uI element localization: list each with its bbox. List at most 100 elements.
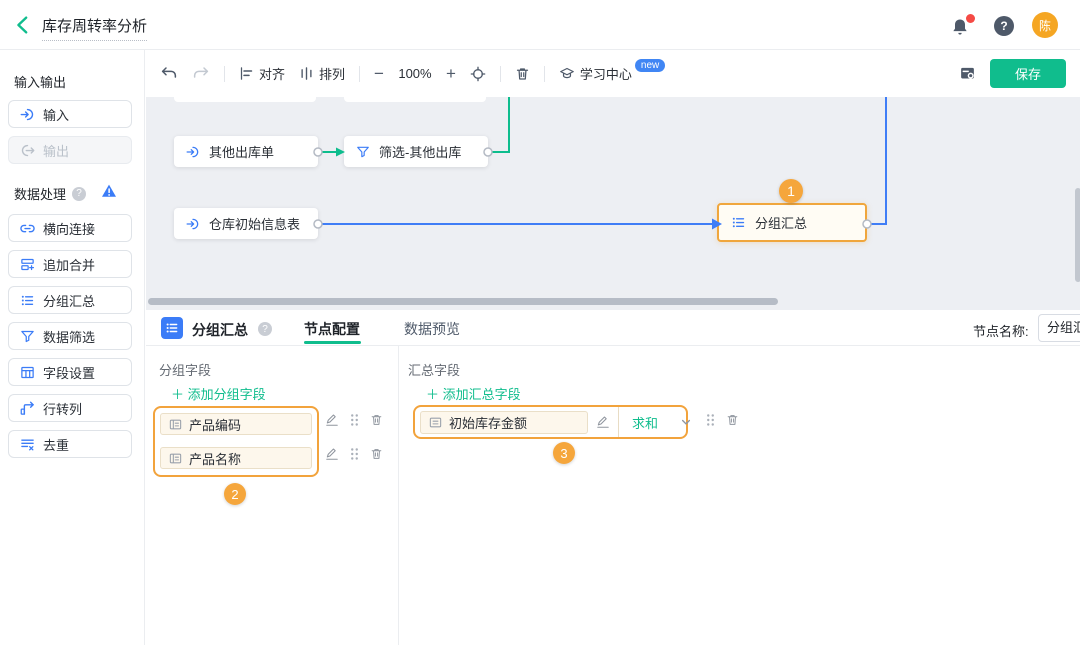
graduation-cap-icon bbox=[560, 67, 574, 79]
sidebar-item-row-to-column[interactable]: 行转列 bbox=[8, 394, 132, 422]
zoom-in-button[interactable]: + bbox=[446, 65, 456, 82]
sidebar-item-output[interactable]: 输出 bbox=[8, 136, 132, 164]
tab-data-preview[interactable]: 数据预览 bbox=[404, 319, 460, 339]
node-config-panel: 分组汇总 ? 节点配置 数据预览 节点名称: 分组汇总 分组字段 ＋ 添加分组字… bbox=[146, 310, 1080, 645]
sidebar: 输入输出 输入 输出 数据处理 ? 横向连接 追加合并 分组汇总 数据筛选 字段… bbox=[0, 50, 145, 645]
edit-button[interactable] bbox=[325, 413, 339, 427]
node-filter-other-outbound[interactable]: 筛选-其他出库 bbox=[344, 136, 488, 167]
trash-icon bbox=[727, 415, 738, 425]
node-label: 仓库初始信息表 bbox=[209, 217, 301, 232]
group-field-chip[interactable]: 产品名称 bbox=[160, 447, 312, 469]
redo-button[interactable] bbox=[192, 65, 210, 83]
image-export-icon bbox=[961, 67, 974, 79]
delete-field-button[interactable] bbox=[370, 447, 383, 461]
drag-dots-icon bbox=[351, 448, 358, 460]
summary-field-chip[interactable]: 初始库存金额 bbox=[420, 411, 588, 434]
help-icon[interactable]: ? bbox=[258, 322, 272, 336]
append-merge-icon bbox=[21, 258, 35, 270]
notifications-button[interactable] bbox=[950, 14, 975, 38]
sidebar-item-horizontal-join[interactable]: 横向连接 bbox=[8, 214, 132, 242]
locate-button[interactable] bbox=[470, 66, 486, 82]
link-icon bbox=[20, 224, 35, 232]
sidebar-item-label: 数据筛选 bbox=[43, 329, 96, 345]
export-image-button[interactable] bbox=[959, 65, 976, 82]
drag-handle[interactable] bbox=[350, 413, 359, 427]
back-button[interactable] bbox=[12, 14, 34, 36]
notification-dot bbox=[966, 14, 975, 23]
field-name: 产品名称 bbox=[189, 451, 242, 467]
delete-field-button[interactable] bbox=[726, 413, 739, 427]
offscreen-node-partial bbox=[344, 97, 486, 102]
delete-field-button[interactable] bbox=[370, 413, 383, 427]
group-field-chip[interactable]: 产品编码 bbox=[160, 413, 312, 435]
undo-button[interactable] bbox=[160, 65, 178, 83]
delete-button[interactable] bbox=[515, 66, 530, 82]
help-icon[interactable]: ? bbox=[72, 186, 87, 201]
canvas-toolbar: 对齐 排列 − 100% + 学习中心 new 保存 bbox=[146, 50, 1080, 97]
table-icon bbox=[21, 366, 34, 378]
sidebar-item-group-summary[interactable]: 分组汇总 bbox=[8, 286, 132, 314]
horizontal-scrollbar[interactable] bbox=[148, 298, 778, 305]
aggregation-dropdown[interactable]: 求和 bbox=[618, 407, 700, 437]
node-label: 分组汇总 bbox=[755, 216, 808, 231]
learning-center-button[interactable]: 学习中心 new bbox=[559, 59, 667, 83]
group-summary-icon bbox=[161, 317, 183, 339]
flow-canvas[interactable]: 其他出库单 筛选-其他出库 仓库初始信息表 分组汇总 1 bbox=[146, 97, 1080, 310]
edit-button[interactable] bbox=[596, 415, 610, 429]
node-label: 筛选-其他出库 bbox=[379, 145, 462, 160]
toolbar-divider bbox=[359, 65, 361, 82]
field-row-actions bbox=[325, 413, 383, 427]
text-field-icon bbox=[169, 453, 182, 463]
sidebar-item-field-settings[interactable]: 字段设置 bbox=[8, 358, 132, 386]
group-summary-icon bbox=[21, 295, 34, 305]
group-fields-label: 分组字段 bbox=[159, 363, 212, 378]
warning-icon[interactable] bbox=[101, 184, 117, 198]
aggregation-value: 求和 bbox=[632, 415, 659, 431]
sidebar-item-dedupe[interactable]: 去重 bbox=[8, 430, 132, 458]
page-title[interactable]: 库存周转率分析 bbox=[42, 15, 148, 41]
node-name-input[interactable]: 分组汇总 bbox=[1038, 314, 1080, 342]
zoom-out-button[interactable]: − bbox=[374, 65, 384, 82]
sidebar-item-label: 去重 bbox=[43, 437, 70, 453]
chevron-down-icon bbox=[681, 419, 691, 425]
pencil-icon bbox=[326, 448, 338, 460]
output-icon bbox=[21, 144, 35, 156]
help-icon[interactable]: ? bbox=[994, 16, 1014, 36]
vertical-scrollbar[interactable] bbox=[1075, 188, 1080, 282]
drag-handle[interactable] bbox=[350, 447, 359, 461]
save-button[interactable]: 保存 bbox=[990, 59, 1066, 88]
edit-button[interactable] bbox=[325, 447, 339, 461]
sidebar-item-label: 横向连接 bbox=[43, 221, 96, 237]
app-window: 库存周转率分析 ? 陈 输入输出 输入 输出 数据处理 ? 横向连接 追加合并 … bbox=[0, 0, 1080, 645]
arrange-button[interactable]: 排列 bbox=[299, 64, 345, 83]
sidebar-item-append-merge[interactable]: 追加合并 bbox=[8, 250, 132, 278]
redo-icon bbox=[193, 66, 209, 78]
arrange-label: 排列 bbox=[319, 67, 346, 82]
add-group-field-link[interactable]: ＋ 添加分组字段 bbox=[171, 384, 266, 403]
input-icon bbox=[186, 146, 199, 157]
drag-handle[interactable] bbox=[706, 413, 715, 427]
sidebar-item-data-filter[interactable]: 数据筛选 bbox=[8, 322, 132, 350]
input-icon bbox=[186, 218, 199, 229]
node-other-outbound[interactable]: 其他出库单 bbox=[174, 136, 318, 167]
filter-icon bbox=[21, 330, 34, 342]
sidebar-item-input[interactable]: 输入 bbox=[8, 100, 132, 128]
add-summary-field-link[interactable]: ＋ 添加汇总字段 bbox=[426, 384, 521, 403]
align-button[interactable]: 对齐 bbox=[239, 64, 285, 83]
avatar[interactable]: 陈 bbox=[1032, 12, 1058, 38]
sidebar-section-process: 数据处理 ? bbox=[14, 184, 131, 203]
trash-icon bbox=[516, 67, 529, 80]
active-tab-underline bbox=[304, 341, 361, 344]
tab-node-config[interactable]: 节点配置 bbox=[304, 319, 360, 339]
drag-dots-icon bbox=[351, 414, 358, 426]
chevron-left-icon bbox=[17, 16, 28, 34]
node-warehouse-initial-table[interactable]: 仓库初始信息表 bbox=[174, 208, 318, 239]
align-label: 对齐 bbox=[259, 67, 286, 82]
annotation-badge-3: 3 bbox=[553, 442, 575, 464]
node-group-summary[interactable]: 分组汇总 bbox=[717, 203, 867, 242]
undo-icon bbox=[161, 66, 177, 78]
panel-column-divider bbox=[398, 346, 399, 645]
pencil-icon bbox=[597, 416, 609, 428]
panel-title: 分组汇总 bbox=[192, 322, 248, 338]
sidebar-section-io: 输入输出 bbox=[14, 72, 66, 91]
